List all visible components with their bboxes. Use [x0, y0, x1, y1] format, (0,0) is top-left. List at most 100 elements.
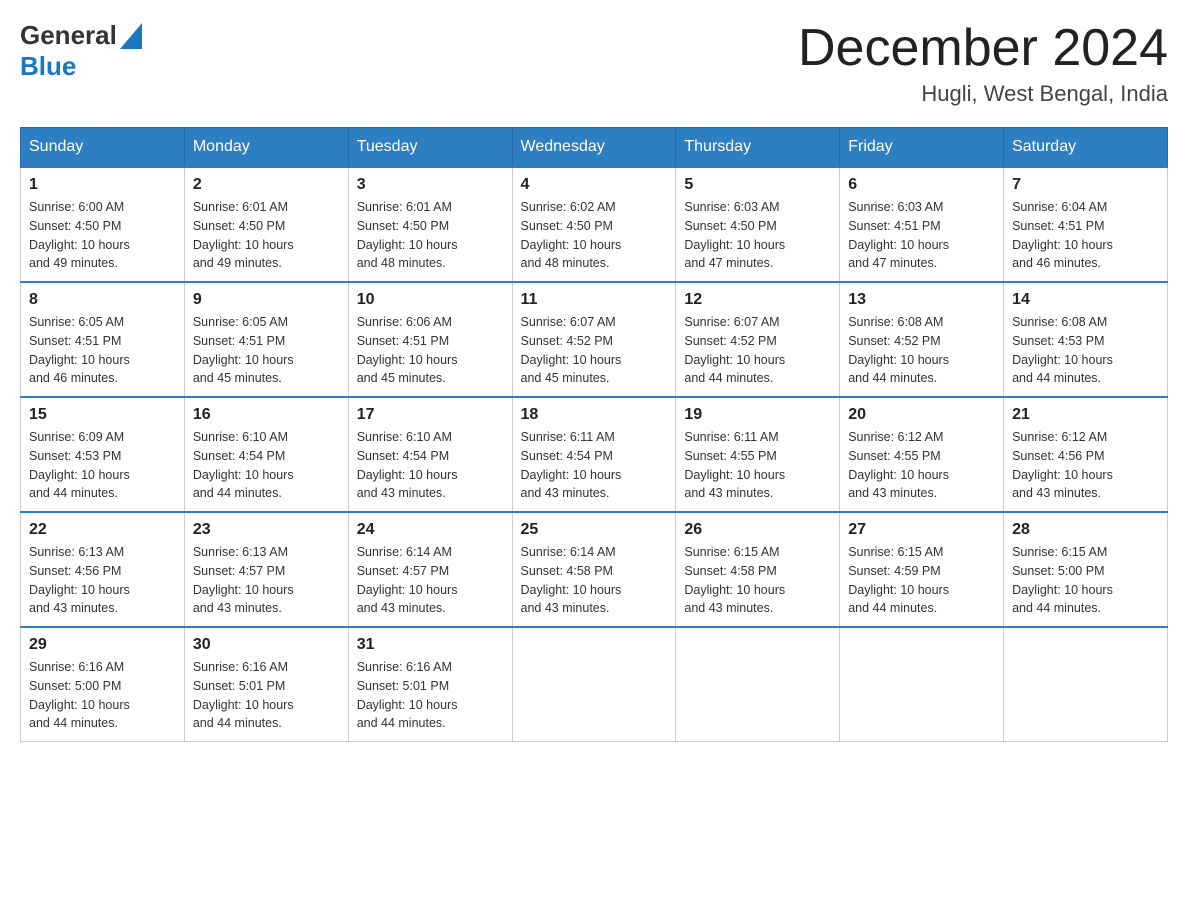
day-number: 18 [521, 406, 668, 424]
day-number: 26 [684, 521, 831, 539]
table-cell: 19 Sunrise: 6:11 AMSunset: 4:55 PMDaylig… [676, 397, 840, 512]
table-cell [512, 627, 676, 742]
day-number: 2 [193, 176, 340, 194]
day-info: Sunrise: 6:01 AMSunset: 4:50 PMDaylight:… [193, 198, 340, 273]
week-row-4: 22 Sunrise: 6:13 AMSunset: 4:56 PMDaylig… [21, 512, 1168, 627]
day-number: 5 [684, 176, 831, 194]
week-row-2: 8 Sunrise: 6:05 AMSunset: 4:51 PMDayligh… [21, 282, 1168, 397]
day-info: Sunrise: 6:05 AMSunset: 4:51 PMDaylight:… [29, 313, 176, 388]
table-cell: 30 Sunrise: 6:16 AMSunset: 5:01 PMDaylig… [184, 627, 348, 742]
table-cell: 4 Sunrise: 6:02 AMSunset: 4:50 PMDayligh… [512, 167, 676, 282]
page-header: General Blue December 2024 Hugli, West B… [20, 20, 1168, 107]
day-info: Sunrise: 6:02 AMSunset: 4:50 PMDaylight:… [521, 198, 668, 273]
day-info: Sunrise: 6:00 AMSunset: 4:50 PMDaylight:… [29, 198, 176, 273]
table-cell: 14 Sunrise: 6:08 AMSunset: 4:53 PMDaylig… [1004, 282, 1168, 397]
day-number: 17 [357, 406, 504, 424]
table-cell: 5 Sunrise: 6:03 AMSunset: 4:50 PMDayligh… [676, 167, 840, 282]
table-cell: 8 Sunrise: 6:05 AMSunset: 4:51 PMDayligh… [21, 282, 185, 397]
day-number: 25 [521, 521, 668, 539]
header-thursday: Thursday [676, 128, 840, 168]
day-info: Sunrise: 6:10 AMSunset: 4:54 PMDaylight:… [357, 428, 504, 503]
day-info: Sunrise: 6:11 AMSunset: 4:55 PMDaylight:… [684, 428, 831, 503]
day-info: Sunrise: 6:11 AMSunset: 4:54 PMDaylight:… [521, 428, 668, 503]
day-number: 19 [684, 406, 831, 424]
table-cell: 18 Sunrise: 6:11 AMSunset: 4:54 PMDaylig… [512, 397, 676, 512]
header-tuesday: Tuesday [348, 128, 512, 168]
table-cell: 12 Sunrise: 6:07 AMSunset: 4:52 PMDaylig… [676, 282, 840, 397]
day-number: 11 [521, 291, 668, 309]
day-info: Sunrise: 6:14 AMSunset: 4:58 PMDaylight:… [521, 543, 668, 618]
table-cell: 6 Sunrise: 6:03 AMSunset: 4:51 PMDayligh… [840, 167, 1004, 282]
table-cell [840, 627, 1004, 742]
table-cell: 15 Sunrise: 6:09 AMSunset: 4:53 PMDaylig… [21, 397, 185, 512]
day-info: Sunrise: 6:15 AMSunset: 4:59 PMDaylight:… [848, 543, 995, 618]
day-number: 8 [29, 291, 176, 309]
table-cell [1004, 627, 1168, 742]
days-header-row: Sunday Monday Tuesday Wednesday Thursday… [21, 128, 1168, 168]
day-number: 9 [193, 291, 340, 309]
week-row-1: 1 Sunrise: 6:00 AMSunset: 4:50 PMDayligh… [21, 167, 1168, 282]
table-cell: 10 Sunrise: 6:06 AMSunset: 4:51 PMDaylig… [348, 282, 512, 397]
header-saturday: Saturday [1004, 128, 1168, 168]
day-number: 21 [1012, 406, 1159, 424]
table-cell: 29 Sunrise: 6:16 AMSunset: 5:00 PMDaylig… [21, 627, 185, 742]
logo-blue-text: Blue [20, 51, 76, 81]
day-info: Sunrise: 6:15 AMSunset: 4:58 PMDaylight:… [684, 543, 831, 618]
month-year-title: December 2024 [798, 20, 1168, 77]
location-subtitle: Hugli, West Bengal, India [798, 81, 1168, 107]
day-info: Sunrise: 6:12 AMSunset: 4:55 PMDaylight:… [848, 428, 995, 503]
week-row-3: 15 Sunrise: 6:09 AMSunset: 4:53 PMDaylig… [21, 397, 1168, 512]
day-info: Sunrise: 6:16 AMSunset: 5:01 PMDaylight:… [357, 658, 504, 733]
day-info: Sunrise: 6:03 AMSunset: 4:51 PMDaylight:… [848, 198, 995, 273]
day-info: Sunrise: 6:08 AMSunset: 4:53 PMDaylight:… [1012, 313, 1159, 388]
calendar-table: Sunday Monday Tuesday Wednesday Thursday… [20, 127, 1168, 742]
day-number: 3 [357, 176, 504, 194]
table-cell: 20 Sunrise: 6:12 AMSunset: 4:55 PMDaylig… [840, 397, 1004, 512]
day-number: 4 [521, 176, 668, 194]
day-number: 6 [848, 176, 995, 194]
table-cell: 27 Sunrise: 6:15 AMSunset: 4:59 PMDaylig… [840, 512, 1004, 627]
day-number: 23 [193, 521, 340, 539]
header-friday: Friday [840, 128, 1004, 168]
logo-general-text: General [20, 20, 117, 51]
day-number: 22 [29, 521, 176, 539]
table-cell: 22 Sunrise: 6:13 AMSunset: 4:56 PMDaylig… [21, 512, 185, 627]
day-number: 1 [29, 176, 176, 194]
table-cell: 25 Sunrise: 6:14 AMSunset: 4:58 PMDaylig… [512, 512, 676, 627]
day-number: 15 [29, 406, 176, 424]
table-cell: 7 Sunrise: 6:04 AMSunset: 4:51 PMDayligh… [1004, 167, 1168, 282]
day-number: 20 [848, 406, 995, 424]
table-cell: 24 Sunrise: 6:14 AMSunset: 4:57 PMDaylig… [348, 512, 512, 627]
day-info: Sunrise: 6:10 AMSunset: 4:54 PMDaylight:… [193, 428, 340, 503]
table-cell: 11 Sunrise: 6:07 AMSunset: 4:52 PMDaylig… [512, 282, 676, 397]
header-monday: Monday [184, 128, 348, 168]
table-cell: 13 Sunrise: 6:08 AMSunset: 4:52 PMDaylig… [840, 282, 1004, 397]
day-info: Sunrise: 6:07 AMSunset: 4:52 PMDaylight:… [684, 313, 831, 388]
table-cell: 17 Sunrise: 6:10 AMSunset: 4:54 PMDaylig… [348, 397, 512, 512]
day-number: 10 [357, 291, 504, 309]
day-number: 29 [29, 636, 176, 654]
day-info: Sunrise: 6:13 AMSunset: 4:57 PMDaylight:… [193, 543, 340, 618]
day-info: Sunrise: 6:04 AMSunset: 4:51 PMDaylight:… [1012, 198, 1159, 273]
title-section: December 2024 Hugli, West Bengal, India [798, 20, 1168, 107]
day-info: Sunrise: 6:14 AMSunset: 4:57 PMDaylight:… [357, 543, 504, 618]
day-info: Sunrise: 6:09 AMSunset: 4:53 PMDaylight:… [29, 428, 176, 503]
day-number: 24 [357, 521, 504, 539]
day-info: Sunrise: 6:15 AMSunset: 5:00 PMDaylight:… [1012, 543, 1159, 618]
table-cell: 9 Sunrise: 6:05 AMSunset: 4:51 PMDayligh… [184, 282, 348, 397]
day-info: Sunrise: 6:08 AMSunset: 4:52 PMDaylight:… [848, 313, 995, 388]
table-cell: 16 Sunrise: 6:10 AMSunset: 4:54 PMDaylig… [184, 397, 348, 512]
table-cell: 31 Sunrise: 6:16 AMSunset: 5:01 PMDaylig… [348, 627, 512, 742]
logo-triangle-icon [120, 23, 142, 49]
day-number: 31 [357, 636, 504, 654]
day-info: Sunrise: 6:16 AMSunset: 5:00 PMDaylight:… [29, 658, 176, 733]
table-cell: 23 Sunrise: 6:13 AMSunset: 4:57 PMDaylig… [184, 512, 348, 627]
day-number: 28 [1012, 521, 1159, 539]
day-number: 27 [848, 521, 995, 539]
day-info: Sunrise: 6:05 AMSunset: 4:51 PMDaylight:… [193, 313, 340, 388]
table-cell [676, 627, 840, 742]
day-info: Sunrise: 6:16 AMSunset: 5:01 PMDaylight:… [193, 658, 340, 733]
header-sunday: Sunday [21, 128, 185, 168]
table-cell: 26 Sunrise: 6:15 AMSunset: 4:58 PMDaylig… [676, 512, 840, 627]
day-info: Sunrise: 6:12 AMSunset: 4:56 PMDaylight:… [1012, 428, 1159, 503]
